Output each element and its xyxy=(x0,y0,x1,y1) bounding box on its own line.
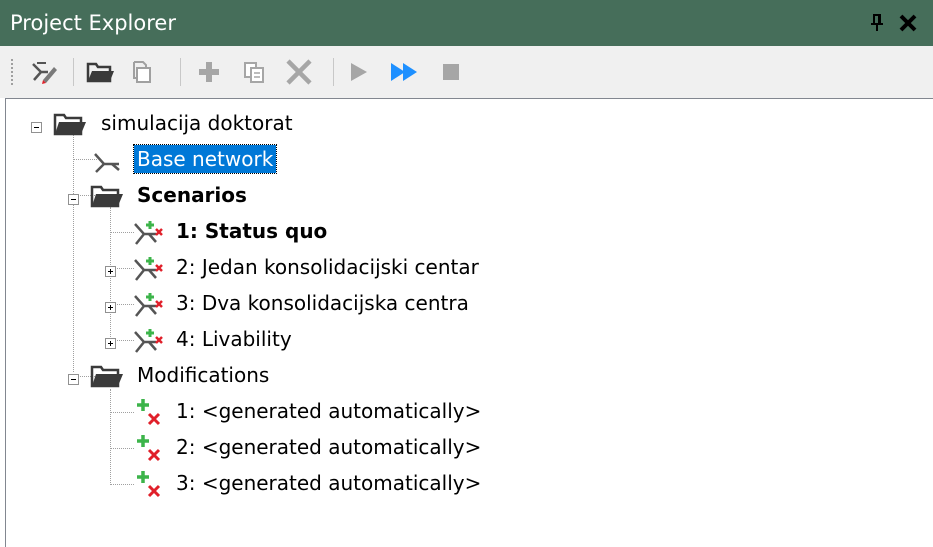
add-icon[interactable] xyxy=(194,58,224,86)
tree-node-label: 2: Jedan konsolidacijski centar xyxy=(176,255,479,279)
modification-icon xyxy=(134,397,164,427)
tree-node-modification[interactable]: 1: <generated automatically> xyxy=(6,397,606,427)
toolbar-grip[interactable] xyxy=(10,58,14,86)
project-tree[interactable]: simulacija doktorat Base network Scenari… xyxy=(5,98,933,547)
scenario-icon xyxy=(132,219,166,247)
tree-node-modification[interactable]: 2: <generated automatically> xyxy=(6,433,606,463)
toolbar xyxy=(0,46,933,98)
folder-icon xyxy=(90,183,126,209)
duplicate-icon[interactable] xyxy=(238,58,270,86)
network-icon xyxy=(92,150,122,174)
folder-icon xyxy=(90,363,126,389)
tree-node-label: 3: <generated automatically> xyxy=(176,471,482,495)
tree-node-scenario[interactable]: 3: Dva konsolidacijska centra xyxy=(6,289,606,319)
tree-node-label: Scenarios xyxy=(137,183,247,207)
scenario-icon xyxy=(132,327,166,355)
tree-node-label: Modifications xyxy=(137,363,270,387)
close-icon[interactable] xyxy=(897,12,919,34)
tree-node-root[interactable]: simulacija doktorat xyxy=(6,109,406,139)
scenario-icon xyxy=(132,255,166,283)
stop-icon[interactable] xyxy=(438,58,466,86)
network-edit-icon[interactable] xyxy=(28,58,60,86)
tree-node-scenario[interactable]: 1: Status quo xyxy=(6,217,506,247)
collapse-toggle[interactable] xyxy=(68,374,79,385)
tree-node-label: 3: Dva konsolidacijska centra xyxy=(176,291,469,315)
scenario-icon xyxy=(132,291,166,319)
expand-toggle[interactable] xyxy=(105,338,116,349)
pin-icon[interactable] xyxy=(868,12,888,34)
modification-icon xyxy=(134,469,164,499)
tree-node-base-network[interactable]: Base network xyxy=(6,144,406,175)
tree-node-scenario[interactable]: 2: Jedan konsolidacijski centar xyxy=(6,253,606,283)
delete-icon[interactable] xyxy=(283,58,315,86)
tree-node-modifications[interactable]: Modifications xyxy=(6,361,406,391)
tree-node-scenario[interactable]: 4: Livability xyxy=(6,325,506,355)
run-icon[interactable] xyxy=(345,58,373,86)
modification-icon xyxy=(134,433,164,463)
tree-node-modification[interactable]: 3: <generated automatically> xyxy=(6,469,606,499)
tree-node-scenarios[interactable]: Scenarios xyxy=(6,181,406,211)
collapse-toggle[interactable] xyxy=(31,122,42,133)
expand-toggle[interactable] xyxy=(105,302,116,313)
open-folder-icon[interactable] xyxy=(84,58,118,86)
collapse-toggle[interactable] xyxy=(68,194,79,205)
tree-node-label: 4: Livability xyxy=(176,327,292,351)
tree-node-label: 1: Status quo xyxy=(176,219,328,243)
expand-toggle[interactable] xyxy=(105,266,116,277)
run-all-icon[interactable] xyxy=(388,58,422,86)
panel-title: Project Explorer xyxy=(10,11,176,35)
tree-node-label: 2: <generated automatically> xyxy=(176,435,482,459)
tree-node-label: 1: <generated automatically> xyxy=(176,399,482,423)
copy-project-icon[interactable] xyxy=(126,58,158,86)
panel-title-bar: Project Explorer xyxy=(0,0,933,46)
tree-node-label: simulacija doktorat xyxy=(101,111,293,135)
folder-icon xyxy=(53,111,89,137)
tree-node-label: Base network xyxy=(132,144,278,174)
